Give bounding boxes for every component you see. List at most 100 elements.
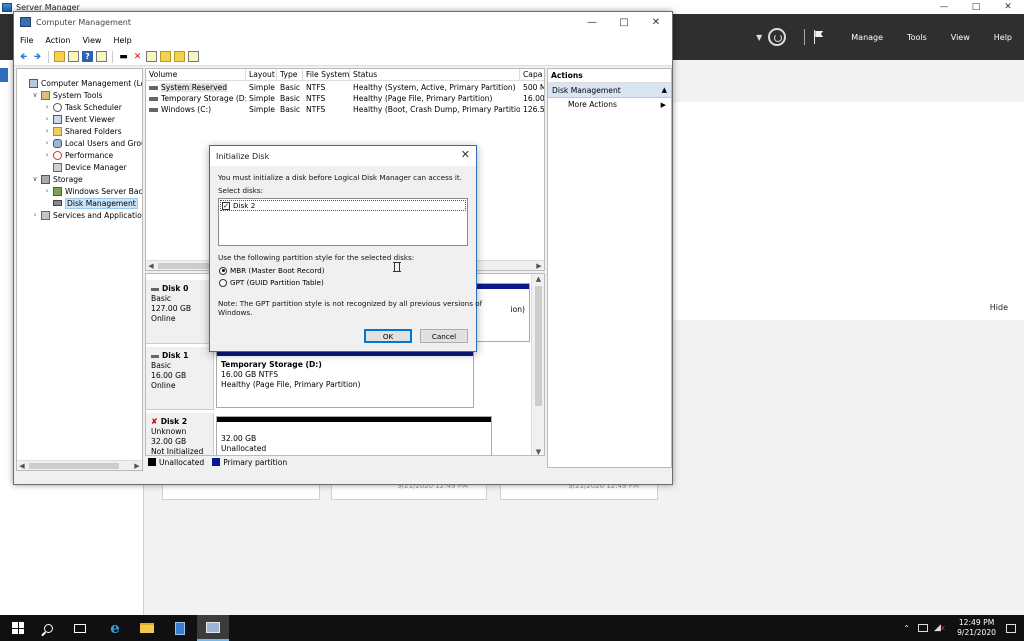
action-center-icon[interactable] (1006, 623, 1016, 633)
volume-muted-icon[interactable]: ◢x (934, 623, 945, 633)
sm-back-dropdown-icon[interactable]: ▼ (756, 33, 762, 42)
scroll-thumb[interactable] (535, 286, 542, 406)
dialog-titlebar[interactable]: Initialize Disk ✕ (210, 146, 476, 166)
cm-close-button[interactable]: ✕ (640, 12, 672, 32)
disk-map-vertical-scrollbar[interactable]: ▲ ▼ (531, 274, 544, 455)
tree-item[interactable]: ∨ System Tools (31, 89, 102, 101)
tree-item[interactable]: › Event Viewer (43, 113, 115, 125)
tree-item[interactable]: › Performance (43, 149, 113, 161)
sm-menu-help[interactable]: Help (994, 33, 1012, 42)
sm-maximize-button[interactable]: □ (960, 0, 992, 14)
search-folder-icon[interactable] (174, 51, 185, 62)
sm-nav-selected-marker[interactable] (0, 68, 8, 82)
partition-block[interactable]: 32.00 GB Unallocated (216, 416, 492, 455)
disk-label[interactable]: ✘ Disk 2 Unknown 32.00 GB Not Initialized (146, 413, 214, 455)
tree-item[interactable]: › Task Scheduler (43, 101, 122, 113)
collapsed-chevron-icon[interactable]: › (43, 187, 51, 195)
notifications-flag-icon[interactable] (813, 30, 825, 44)
cm-titlebar[interactable]: Computer Management — □ ✕ (14, 12, 672, 32)
tree-item[interactable]: › Windows Server Backup (43, 185, 142, 197)
checkmark-icon[interactable] (146, 51, 157, 62)
column-header-type[interactable]: Type (277, 69, 303, 80)
scroll-down-icon[interactable]: ▼ (532, 447, 544, 455)
tree-item[interactable]: › Services and Applications (31, 209, 142, 221)
show-hidden-icons-icon[interactable]: ⌃ (903, 624, 910, 633)
computer-management-taskbar-button[interactable] (197, 615, 229, 641)
sm-close-button[interactable]: ✕ (992, 0, 1024, 14)
show-hide-tree-icon[interactable] (68, 51, 79, 62)
delete-icon[interactable]: ✕ (132, 51, 143, 62)
mbr-label[interactable]: MBR (Master Boot Record) (230, 266, 325, 275)
sm-minimize-button[interactable]: — (928, 0, 960, 14)
column-header-capacity[interactable]: Capa (520, 69, 544, 80)
tree-item[interactable]: › Shared Folders (43, 125, 122, 137)
sm-menu-manage[interactable]: Manage (851, 33, 883, 42)
collapse-up-icon[interactable]: ▲ (662, 83, 667, 98)
actions-section-disk-management[interactable]: Disk Management ▲ (548, 83, 671, 98)
mbr-radio[interactable] (219, 266, 227, 275)
gpt-option[interactable]: GPT (GUID Partition Table) (219, 278, 324, 287)
collapsed-chevron-icon[interactable]: › (43, 103, 51, 111)
scroll-thumb[interactable] (29, 463, 119, 469)
collapsed-chevron-icon[interactable]: › (43, 115, 51, 123)
volume-row[interactable]: Temporary Storage (D:) Simple Basic NTFS Hea… (146, 93, 544, 104)
tree-item[interactable]: › Local Users and Groups (43, 137, 142, 149)
menu-file[interactable]: File (14, 36, 39, 45)
sm-menu-tools[interactable]: Tools (907, 33, 927, 42)
column-header-file-system[interactable]: File System (303, 69, 350, 80)
partition-block[interactable]: Temporary Storage (D:) 16.00 GB NTFS Healt… (216, 350, 474, 408)
help-icon[interactable]: ? (82, 51, 93, 62)
tree-horizontal-scrollbar[interactable]: ◀ ▶ (17, 460, 142, 470)
action-more-actions[interactable]: More Actions ▶ (548, 98, 671, 112)
cm-maximize-button[interactable]: □ (608, 12, 640, 32)
dialog-close-icon[interactable]: ✕ (461, 148, 470, 161)
column-header-layout[interactable]: Layout (246, 69, 277, 80)
sm-menu-view[interactable]: View (951, 33, 970, 42)
volume-row[interactable]: Windows (C:) Simple Basic NTFS Healthy (Boot… (146, 104, 544, 115)
forward-arrow-icon[interactable]: 🡺 (32, 51, 43, 62)
ok-button[interactable]: OK (364, 329, 412, 343)
gpt-radio[interactable] (219, 278, 227, 287)
disk-label[interactable]: Disk 0 Basic 127.00 GB Online (146, 280, 214, 344)
hide-link[interactable]: Hide (990, 303, 1008, 312)
internet-explorer-taskbar-button[interactable]: e (99, 615, 131, 641)
scroll-up-icon[interactable]: ▲ (532, 274, 544, 284)
up-folder-icon[interactable] (54, 51, 65, 62)
disk-list-item[interactable]: ✓ Disk 2 (220, 200, 466, 211)
collapsed-chevron-icon[interactable]: › (43, 127, 51, 135)
menu-view[interactable]: View (76, 36, 107, 45)
collapsed-chevron-icon[interactable]: › (43, 151, 51, 159)
scroll-right-icon[interactable]: ▶ (534, 261, 544, 270)
scroll-right-icon[interactable]: ▶ (132, 461, 142, 470)
collapsed-chevron-icon[interactable]: › (31, 211, 39, 219)
scroll-left-icon[interactable]: ◀ (146, 261, 156, 270)
back-arrow-icon[interactable]: 🡸 (18, 51, 29, 62)
column-header-volume[interactable]: Volume (146, 69, 246, 80)
tree-item[interactable]: Device Manager (43, 161, 127, 173)
column-header-status[interactable]: Status (350, 69, 520, 80)
mbr-option[interactable]: MBR (Master Boot Record) (219, 266, 325, 275)
menu-action[interactable]: Action (39, 36, 76, 45)
tree-item[interactable]: Computer Management (Local (19, 77, 142, 89)
gpt-label[interactable]: GPT (GUID Partition Table) (230, 278, 324, 287)
server-manager-taskbar-button[interactable] (164, 615, 196, 641)
connect-drive-icon[interactable]: ▬ (118, 51, 129, 62)
view-list-icon[interactable] (188, 51, 199, 62)
expanded-chevron-icon[interactable]: ∨ (31, 175, 39, 183)
disk-2-checkbox[interactable]: ✓ (222, 201, 230, 210)
refresh-icon[interactable] (768, 28, 787, 46)
file-explorer-taskbar-button[interactable] (131, 615, 163, 641)
disk-select-list[interactable]: ✓ Disk 2 (218, 198, 468, 246)
tree-item[interactable]: ∨ Storage (31, 173, 83, 185)
clock[interactable]: 12:49 PM 9/21/2020 (957, 618, 996, 638)
network-icon[interactable] (917, 624, 928, 632)
volume-row[interactable]: System Reserved Simple Basic NTFS Healthy (S… (146, 82, 544, 93)
start-button[interactable] (2, 615, 34, 641)
cancel-button[interactable]: Cancel (420, 329, 468, 343)
scroll-left-icon[interactable]: ◀ (17, 461, 27, 470)
collapsed-chevron-icon[interactable]: › (43, 139, 51, 147)
disk-label[interactable]: Disk 1 Basic 16.00 GB Online (146, 347, 214, 410)
menu-help[interactable]: Help (107, 36, 137, 45)
expanded-chevron-icon[interactable]: ∨ (31, 91, 39, 99)
open-folder-icon[interactable] (160, 51, 171, 62)
